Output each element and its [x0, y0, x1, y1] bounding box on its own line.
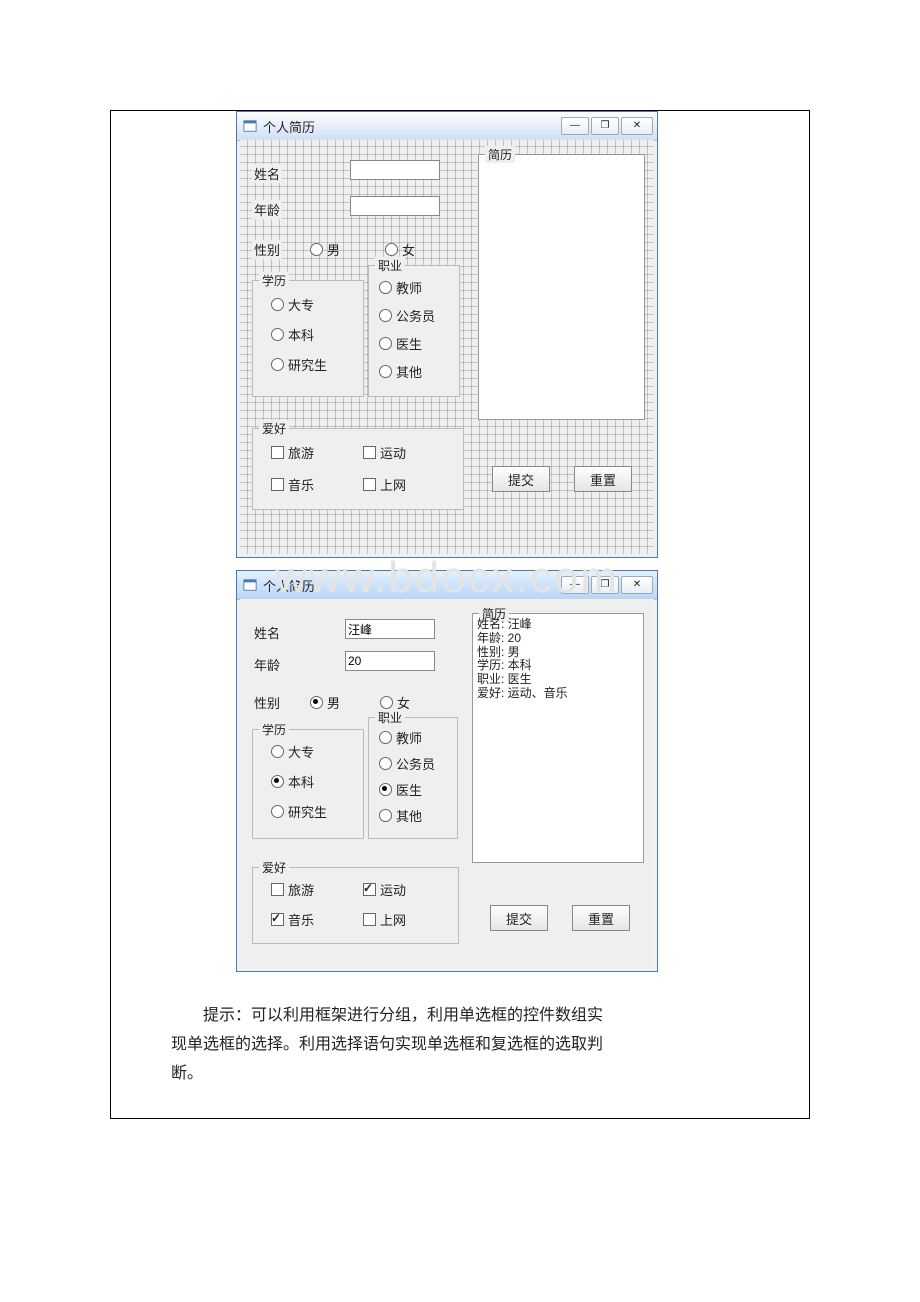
- resume-output: 简历: [478, 154, 645, 420]
- age-label: 年龄: [252, 200, 282, 219]
- hobby-legend: 爱好: [259, 859, 289, 876]
- titlebar-run[interactable]: 个人简历 — ❐ ✕: [237, 571, 657, 600]
- hobby-travel-checkbox[interactable]: 旅游: [271, 880, 314, 899]
- minimize-button[interactable]: —: [561, 117, 589, 135]
- name-label: 姓名: [252, 623, 282, 642]
- job-gongwuyuan-radio[interactable]: 公务员: [379, 754, 435, 773]
- education-legend: 学历: [259, 721, 289, 738]
- reset-button[interactable]: 重置: [572, 905, 630, 931]
- form-runtime-surface: 姓名 年龄 性别 男 女 学历 大专 本科 研究生 职业: [240, 599, 654, 968]
- form-icon: [243, 578, 257, 592]
- gender-label: 性别: [252, 240, 282, 259]
- reset-button[interactable]: 重置: [574, 466, 632, 492]
- window-title-run: 个人简历: [263, 576, 315, 595]
- gender-male-radio[interactable]: 男: [310, 240, 340, 259]
- name-input[interactable]: [345, 619, 435, 639]
- design-window: 个人简历 — ❐ ✕ 姓名 年龄 性别 男 女: [236, 111, 658, 558]
- job-doctor-radio[interactable]: 医生: [379, 780, 422, 799]
- hobby-sport-checkbox[interactable]: 运动: [363, 443, 406, 462]
- job-doctor-radio[interactable]: 医生: [379, 334, 422, 353]
- age-input[interactable]: [345, 651, 435, 671]
- edu-yanjiusheng-radio[interactable]: 研究生: [271, 802, 327, 821]
- hobby-legend: 爱好: [259, 420, 289, 437]
- edu-dazhuan-radio[interactable]: 大专: [271, 742, 314, 761]
- resume-output: 简历 姓名: 汪峰 年龄: 20 性别: 男 学历: 本科 职业: 医生 爱好:…: [472, 613, 644, 863]
- close-button[interactable]: ✕: [621, 117, 653, 135]
- job-legend: 职业: [375, 709, 405, 726]
- age-label: 年龄: [252, 655, 282, 674]
- submit-button[interactable]: 提交: [492, 466, 550, 492]
- job-frame: 职业 教师 公务员 医生 其他: [368, 265, 460, 397]
- explain-line3: 断。: [171, 1065, 203, 1082]
- name-input[interactable]: [350, 160, 440, 180]
- job-teacher-radio[interactable]: 教师: [379, 278, 422, 297]
- edu-benke-radio[interactable]: 本科: [271, 325, 314, 344]
- submit-button[interactable]: 提交: [490, 905, 548, 931]
- maximize-button[interactable]: ❐: [591, 117, 619, 135]
- hobby-internet-checkbox[interactable]: 上网: [363, 910, 406, 929]
- hobby-frame: 爱好 旅游 运动 音乐 上网: [252, 867, 459, 944]
- edu-benke-radio[interactable]: 本科: [271, 772, 314, 791]
- job-other-radio[interactable]: 其他: [379, 362, 422, 381]
- hobby-frame: 爱好 旅游 运动 音乐 上网: [252, 428, 464, 510]
- hobby-travel-checkbox[interactable]: 旅游: [271, 443, 314, 462]
- hobby-sport-checkbox[interactable]: 运动: [363, 880, 406, 899]
- education-legend: 学历: [259, 272, 289, 289]
- screenshots-area: 个人简历 — ❐ ✕ 姓名 年龄 性别 男 女: [236, 111, 666, 972]
- education-frame: 学历 大专 本科 研究生: [252, 280, 364, 397]
- minimize-button[interactable]: —: [561, 576, 589, 594]
- job-teacher-radio[interactable]: 教师: [379, 728, 422, 747]
- titlebar[interactable]: 个人简历 — ❐ ✕: [237, 112, 657, 141]
- name-label: 姓名: [252, 164, 282, 183]
- resume-text: 姓名: 汪峰 年龄: 20 性别: 男 学历: 本科 职业: 医生 爱好: 运动…: [477, 618, 639, 858]
- age-input[interactable]: [350, 196, 440, 216]
- gender-label: 性别: [252, 693, 282, 712]
- hobby-music-checkbox[interactable]: 音乐: [271, 910, 314, 929]
- gender-male-radio[interactable]: 男: [310, 693, 340, 712]
- runtime-window: www.bdocx.com 个人简历 — ❐ ✕ 姓名 年龄: [236, 570, 658, 972]
- edu-yanjiusheng-radio[interactable]: 研究生: [271, 355, 327, 374]
- explanation-text: 提示：可以利用框架进行分组，利用单选框的控件数组实 现单选框的选择。利用选择语句…: [171, 1002, 749, 1088]
- form-icon: [243, 119, 257, 133]
- maximize-button[interactable]: ❐: [591, 576, 619, 594]
- education-frame: 学历 大专 本科 研究生: [252, 729, 364, 839]
- window-title: 个人简历: [263, 117, 315, 136]
- document-frame: 个人简历 — ❐ ✕ 姓名 年龄 性别 男 女: [110, 110, 810, 1119]
- edu-dazhuan-radio[interactable]: 大专: [271, 295, 314, 314]
- close-button[interactable]: ✕: [621, 576, 653, 594]
- form-design-surface: 姓名 年龄 性别 男 女 学历 大专 本科 研究生 职业: [240, 140, 654, 554]
- job-other-radio[interactable]: 其他: [379, 806, 422, 825]
- job-frame: 职业 教师 公务员 医生 其他: [368, 717, 458, 839]
- job-gongwuyuan-radio[interactable]: 公务员: [379, 306, 435, 325]
- explain-line2: 现单选框的选择。利用选择语句实现单选框和复选框的选取判: [171, 1036, 603, 1053]
- hobby-music-checkbox[interactable]: 音乐: [271, 475, 314, 494]
- resume-legend: 简历: [485, 146, 515, 163]
- hobby-internet-checkbox[interactable]: 上网: [363, 475, 406, 494]
- job-legend: 职业: [375, 257, 405, 274]
- explain-line1: 提示：可以利用框架进行分组，利用单选框的控件数组实: [171, 1002, 749, 1031]
